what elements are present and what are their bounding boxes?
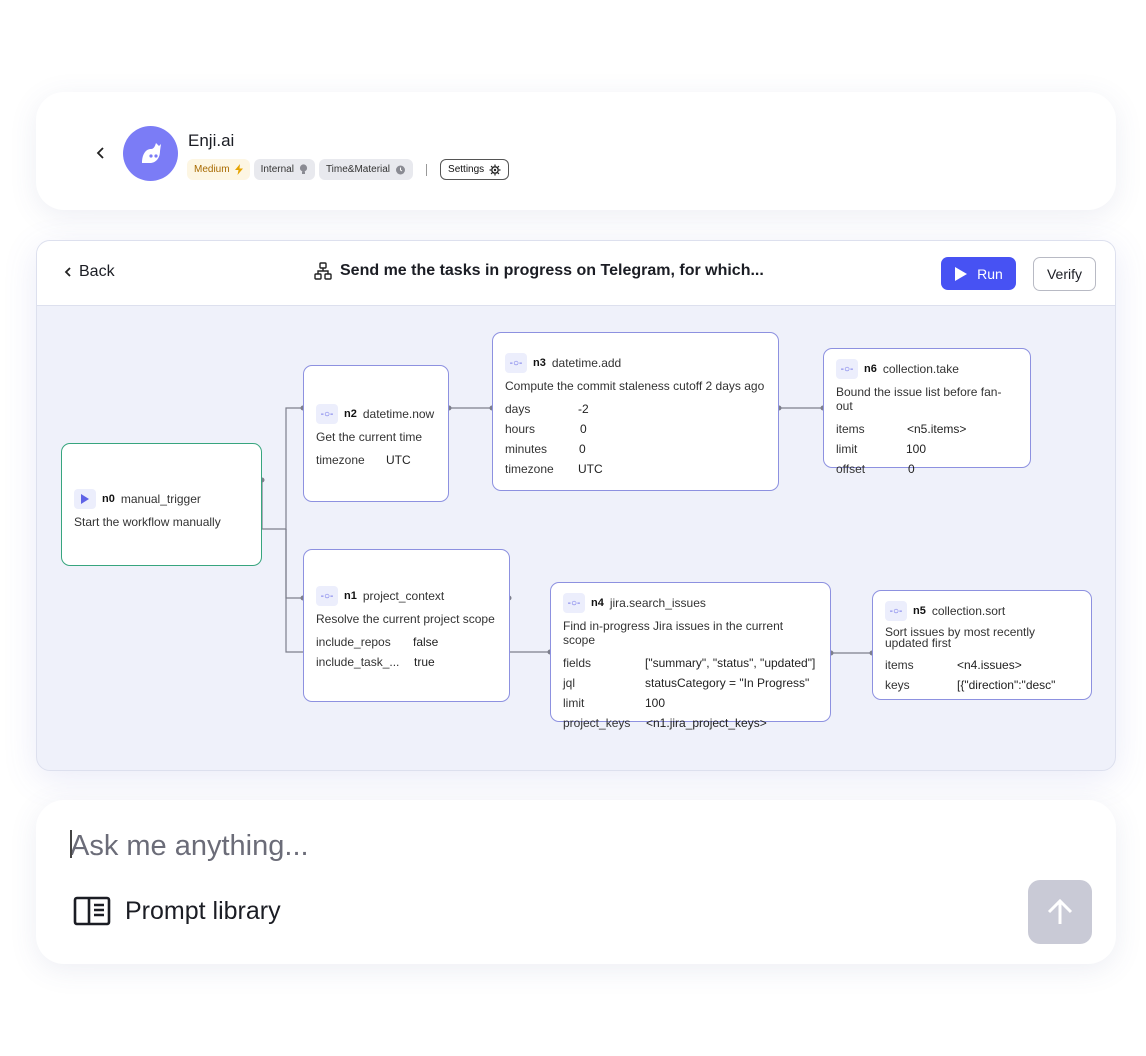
node-step-icon: -○- bbox=[563, 593, 585, 613]
node-description: Sort issues by most recently updated fir… bbox=[885, 625, 1036, 650]
project-name: Enji.ai bbox=[188, 131, 235, 150]
node-id: n4 bbox=[591, 597, 604, 609]
internal-tag: Internal bbox=[253, 159, 315, 180]
node-type: project_context bbox=[362, 589, 445, 603]
edge-n1-n4 bbox=[508, 598, 550, 653]
node-step-icon: -○- bbox=[505, 353, 527, 373]
node-param: fields ["summary", "status", "updated"] bbox=[563, 656, 816, 670]
lightbulb-icon bbox=[299, 164, 308, 174]
node-param: items <n5.items> bbox=[836, 422, 967, 436]
workflow-node-n0[interactable]: n0 manual_trigger Start the workflow man… bbox=[61, 443, 262, 566]
edge-n0-n1-port bbox=[285, 529, 303, 599]
send-button[interactable] bbox=[1028, 880, 1092, 944]
workflow-node-n2[interactable]: -○- n2 datetime.now Get the current time… bbox=[303, 365, 449, 502]
node-param: limit 100 bbox=[563, 696, 666, 710]
chevron-left-icon[interactable] bbox=[94, 143, 112, 163]
workflow-node-n3[interactable]: -○- n3 datetime.add Compute the commit s… bbox=[492, 332, 779, 491]
node-id: n6 bbox=[864, 363, 877, 375]
node-description: Get the current time bbox=[316, 430, 423, 444]
node-type: collection.sort bbox=[931, 604, 1006, 618]
node-param: days -2 bbox=[505, 402, 589, 416]
node-step-icon: -○- bbox=[836, 359, 858, 379]
clock-icon bbox=[396, 165, 406, 175]
node-step-icon: -○- bbox=[885, 601, 907, 621]
lightning-icon bbox=[234, 164, 243, 175]
book-icon bbox=[73, 896, 111, 926]
node-step-icon: -○- bbox=[316, 586, 338, 606]
node-description: Bound the issue list before fan-out bbox=[836, 385, 1002, 413]
workflow-panel: Back Send me the tasks in progress on Te… bbox=[36, 240, 1116, 771]
node-param: keys [{"direction":"desc" bbox=[885, 678, 1056, 692]
node-param: limit 100 bbox=[836, 442, 927, 456]
edge-n0-n2 bbox=[261, 407, 303, 530]
settings-button[interactable]: Settings bbox=[440, 159, 510, 180]
node-type: manual_trigger bbox=[120, 492, 201, 506]
node-header: -○- n2 datetime.now bbox=[316, 404, 436, 424]
node-description: Find in-progress Jira issues in the curr… bbox=[563, 619, 784, 647]
node-step-icon: -○- bbox=[316, 404, 338, 424]
node-id: n2 bbox=[344, 408, 357, 420]
node-header: -○- n4 jira.search_issues bbox=[563, 593, 818, 613]
workflow-node-n6[interactable]: -○- n6 collection.take Bound the issue l… bbox=[823, 348, 1031, 476]
node-param: include_repos false bbox=[316, 635, 439, 649]
node-header: -○- n6 collection.take bbox=[836, 359, 1018, 379]
node-description: Resolve the current project scope bbox=[316, 612, 495, 626]
arrow-up-icon bbox=[1047, 898, 1073, 924]
node-header: -○- n5 collection.sort bbox=[885, 601, 1079, 621]
node-param: offset 0 bbox=[836, 462, 915, 476]
text-caret bbox=[70, 830, 72, 858]
node-param: timezone UTC bbox=[505, 462, 603, 476]
node-header: -○- n1 project_context bbox=[316, 586, 497, 606]
priority-tag: Medium bbox=[187, 159, 250, 180]
node-description: Start the workflow manually bbox=[74, 515, 221, 529]
project-avatar bbox=[123, 126, 178, 181]
tag-divider bbox=[426, 163, 428, 176]
priority-tag-label: Medium bbox=[194, 164, 230, 175]
play-icon bbox=[74, 489, 96, 509]
bird-logo-icon bbox=[141, 142, 161, 163]
node-header: n0 manual_trigger bbox=[74, 489, 249, 509]
node-header: -○- n3 datetime.add bbox=[505, 353, 766, 373]
prompt-input[interactable] bbox=[70, 828, 970, 864]
node-param: jql statusCategory = "In Progress" bbox=[563, 676, 810, 690]
node-param: timezone UTC bbox=[316, 453, 411, 467]
node-type: datetime.now bbox=[362, 407, 435, 421]
node-type: datetime.add bbox=[551, 356, 622, 370]
internal-tag-label: Internal bbox=[260, 164, 294, 175]
node-id: n0 bbox=[102, 493, 115, 505]
workflow-node-n5[interactable]: -○- n5 collection.sort Sort issues by mo… bbox=[872, 590, 1092, 700]
node-type: collection.take bbox=[882, 362, 959, 376]
node-id: n3 bbox=[533, 357, 546, 369]
prompt-library-button[interactable]: Prompt library bbox=[73, 896, 281, 926]
node-param: items <n4.issues> bbox=[885, 658, 1022, 672]
billing-tag: Time&Material bbox=[318, 159, 414, 180]
edge-n0-n1 bbox=[285, 529, 303, 653]
node-param: hours 0 bbox=[505, 422, 587, 436]
workflow-node-n4[interactable]: -○- n4 jira.search_issues Find in-progre… bbox=[550, 582, 831, 730]
project-header-card bbox=[36, 92, 1116, 210]
node-param: project_keys <n1.jira_project_keys> bbox=[563, 716, 767, 730]
node-id: n5 bbox=[913, 605, 926, 617]
prompt-library-label: Prompt library bbox=[125, 896, 281, 925]
project-tags: Medium Internal Time&Material Settings bbox=[187, 159, 510, 180]
prompt-card bbox=[36, 800, 1116, 964]
node-id: n1 bbox=[344, 590, 357, 602]
node-type: jira.search_issues bbox=[609, 596, 706, 610]
node-param: minutes 0 bbox=[505, 442, 586, 456]
node-param: include_task_... true bbox=[316, 655, 435, 669]
settings-label: Settings bbox=[448, 164, 485, 175]
gear-icon bbox=[489, 164, 501, 175]
billing-tag-label: Time&Material bbox=[325, 164, 391, 175]
workflow-node-n1[interactable]: -○- n1 project_context Resolve the curre… bbox=[303, 549, 510, 702]
node-description: Compute the commit staleness cutoff 2 da… bbox=[505, 379, 765, 393]
